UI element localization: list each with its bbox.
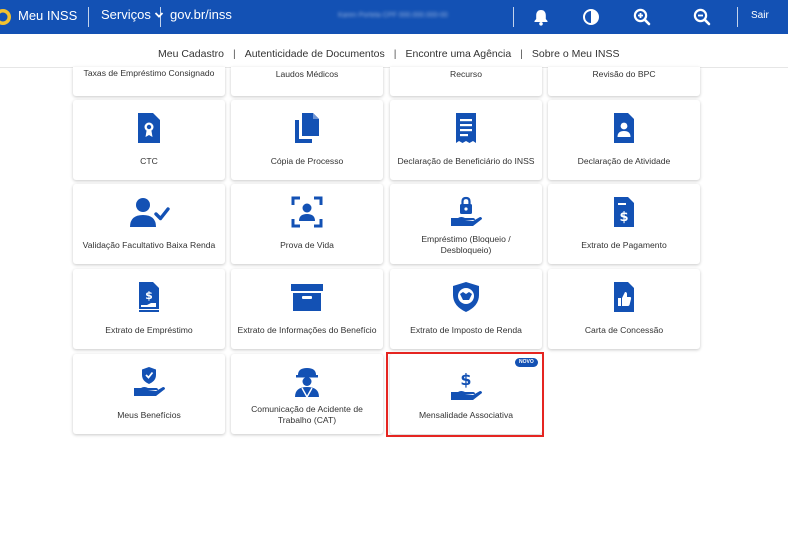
service-card-label: Meus Benefícios xyxy=(117,409,181,420)
service-card-taxas-emprestimo[interactable]: Taxas de Empréstimo Consignado xyxy=(73,67,225,96)
service-card-label: Extrato de Informações do Benefício xyxy=(237,324,377,335)
service-card-recurso[interactable]: Recurso xyxy=(390,67,542,96)
service-card-carta-concessao[interactable]: Carta de Concessão xyxy=(548,269,700,349)
service-card-copia-processo[interactable]: Cópia de Processo xyxy=(231,100,383,180)
service-card-label: Cópia de Processo xyxy=(270,155,344,166)
svg-text:$: $ xyxy=(145,289,153,302)
service-card-extrato-emprestimo[interactable]: $ Extrato de Empréstimo xyxy=(73,269,225,349)
copy-files-icon xyxy=(295,113,319,143)
service-card-laudos-medicos[interactable]: Laudos Médicos xyxy=(231,67,383,96)
service-card-ctc[interactable]: CTC xyxy=(73,100,225,180)
service-card-prova-de-vida[interactable]: Prova de Vida xyxy=(231,184,383,264)
service-card-label: Validação Facultativo Baixa Renda xyxy=(82,239,216,250)
service-card-label: Recurso xyxy=(450,68,482,79)
service-card-label: Revisão do BPC xyxy=(592,68,656,79)
tax-shield-icon xyxy=(453,282,479,312)
service-card-meus-beneficios[interactable]: Meus Benefícios xyxy=(73,354,225,434)
user-check-icon xyxy=(130,198,170,227)
hand-lock-icon xyxy=(451,196,482,226)
loan-document-icon: $ xyxy=(139,282,159,312)
service-card-cat[interactable]: Comunicação de Acidente de Trabalho (CAT… xyxy=(231,354,383,434)
service-card-emprestimo-bloqueio[interactable]: Empréstimo (Bloqueio / Desbloqueio) xyxy=(390,184,542,264)
service-card-label: Laudos Médicos xyxy=(275,68,339,79)
service-card-label: Extrato de Imposto de Renda xyxy=(410,324,522,335)
service-card-validacao-facultativo[interactable]: Validação Facultativo Baixa Renda xyxy=(73,184,225,264)
service-card-label: Carta de Concessão xyxy=(584,324,664,335)
service-card-imposto-de-renda[interactable]: Extrato de Imposto de Renda xyxy=(390,269,542,349)
face-scan-icon xyxy=(291,196,323,228)
receipt-icon xyxy=(456,113,476,143)
service-card-extrato-pagamento[interactable]: $ Extrato de Pagamento xyxy=(548,184,700,264)
service-card-label: Extrato de Empréstimo xyxy=(105,324,193,335)
service-card-label: Declaração de Atividade xyxy=(577,155,671,166)
hand-shield-icon xyxy=(134,367,165,396)
hand-dollar-icon: $ xyxy=(451,370,482,400)
service-card-label: CTC xyxy=(140,155,158,166)
svg-text:$: $ xyxy=(460,370,471,389)
worker-helmet-icon xyxy=(295,368,319,398)
service-card-label: Empréstimo (Bloqueio / Desbloqueio) xyxy=(421,234,511,255)
service-card-label: Taxas de Empréstimo Consignado xyxy=(83,67,215,78)
service-card-declaracao-atividade[interactable]: Declaração de Atividade xyxy=(548,100,700,180)
service-card-declaracao-beneficiario[interactable]: Declaração de Beneficiário do INSS xyxy=(390,100,542,180)
service-card-label: Extrato de Pagamento xyxy=(581,239,667,250)
dollar-document-icon: $ xyxy=(614,197,634,227)
service-card-extrato-informacoes[interactable]: Extrato de Informações do Benefício xyxy=(231,269,383,349)
person-document-icon xyxy=(614,113,634,143)
thumbs-up-document-icon xyxy=(614,282,634,312)
service-card-label: Comunicação de Acidente de Trabalho (CAT… xyxy=(251,404,363,425)
certificate-document-icon xyxy=(138,113,160,143)
service-card-label: Prova de Vida xyxy=(280,239,334,250)
svg-text:$: $ xyxy=(619,210,628,225)
archive-box-icon xyxy=(291,284,323,311)
new-badge: NOVO xyxy=(515,358,538,367)
service-card-label: Mensalidade Associativa xyxy=(418,409,514,420)
services-grid: Taxas de Empréstimo Consignado Laudos Mé… xyxy=(0,0,788,560)
service-card-label: Declaração de Beneficiário do INSS xyxy=(397,155,535,166)
service-card-revisao-bpc[interactable]: Revisão do BPC xyxy=(548,67,700,96)
